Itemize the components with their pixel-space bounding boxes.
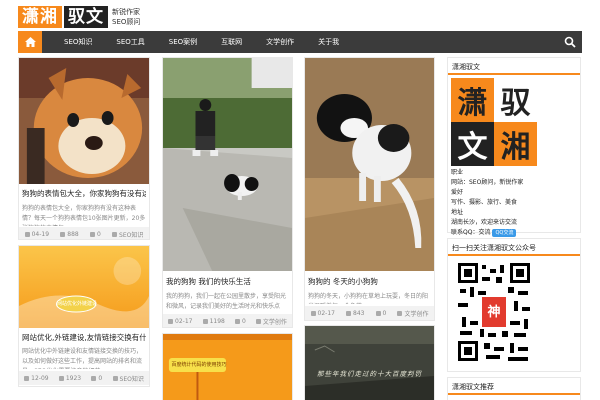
eye-icon: [60, 231, 66, 237]
post-meta: 12-09 1923 0 SEO知识: [19, 371, 149, 385]
site-logo[interactable]: 潇湘 驭文 新锐作家 SEO顾问: [18, 6, 140, 28]
calendar-icon: [310, 310, 316, 316]
banner-title-text: 那些年我们走过的十大百度判罚: [317, 370, 422, 378]
widget-title: 潇湘驭文推荐: [448, 378, 580, 395]
post-title[interactable]: 网站优化,外链建设,友情链接交换有什么技巧?怎样做好?: [22, 332, 146, 343]
folder-icon: [255, 318, 261, 324]
info-line: 网站：SEO顾问，新锐作家: [451, 179, 524, 186]
folder-icon: [112, 375, 118, 381]
post-date: 12-09: [31, 374, 49, 382]
post-comments: 0: [98, 374, 103, 382]
post-thumbnail[interactable]: [305, 58, 434, 271]
post-title[interactable]: 我的狗狗 我们的快乐生活: [166, 276, 289, 287]
info-line: 职业: [451, 169, 464, 176]
nav-item-about[interactable]: 关于我: [306, 31, 351, 53]
post-category[interactable]: SEO知识: [119, 230, 143, 239]
main-nav: SEO知识 SEO工具 SEO案例 互联网 文学创作 关于我: [18, 31, 582, 53]
page: 潇湘 驭文 新锐作家 SEO顾问 SEO知识 SEO工具 SEO案例 互联网 文…: [0, 0, 600, 400]
nav-item-seo-knowledge[interactable]: SEO知识: [52, 31, 104, 53]
post-views: 1198: [209, 317, 225, 325]
nav-item-seo-tools[interactable]: SEO工具: [104, 31, 156, 53]
profile-widget: 潇湘驭文 潇 驭 文 湘 职业 网站：SEO顾问，新锐作家 爱好 写作、摄影、旅…: [447, 57, 581, 237]
post-meta: 04-19 888 0 SEO知识: [19, 227, 149, 239]
slogan-line-1: 新锐作家: [112, 8, 140, 16]
widget-title: 潇湘驭文: [448, 58, 580, 75]
profile-info: 职业 网站：SEO顾问，新锐作家 爱好 写作、摄影、旅行、美食 地址 湖南长沙，…: [451, 168, 523, 238]
post-comments: 0: [241, 317, 246, 325]
logo-char: 文: [451, 122, 494, 166]
info-line: 地址: [451, 209, 464, 216]
post-card[interactable]: 狗狗的 冬天的小狗狗 狗狗的冬天，小狗狗在草地上玩耍，冬日的阳光温暖着每一个角落…: [304, 57, 435, 321]
post-thumbnail[interactable]: [19, 246, 149, 328]
folder-icon: [397, 310, 403, 316]
post-views: 888: [67, 230, 79, 238]
recommend-widget: 潇湘驭文推荐: [447, 377, 581, 400]
comment-icon: [375, 310, 381, 316]
post-card[interactable]: 狗狗的表情包大全，你家狗狗有没有这种表情？ 狗狗的表情包大全，你家狗狗有没有这种…: [18, 57, 150, 240]
post-date: 04-19: [31, 230, 50, 238]
comment-icon: [234, 318, 240, 324]
post-card[interactable]: 那些年我们走过的十大百度判罚: [304, 325, 435, 400]
slogan-line-2: SEO顾问: [112, 18, 141, 26]
post-meta: 02-17 1198 0 文学创作: [163, 314, 292, 327]
calendar-icon: [24, 375, 30, 381]
eye-icon: [202, 318, 208, 324]
qr-center-badge: 神: [487, 305, 501, 320]
banner-bubble-text: 百度统计代码的使用技巧: [171, 362, 227, 368]
eye-icon: [58, 375, 64, 381]
logo-char: 潇: [451, 78, 494, 122]
folder-icon: [112, 231, 118, 237]
post-views: 843: [353, 309, 365, 317]
post-category[interactable]: SEO知识: [120, 374, 144, 383]
search-icon[interactable]: [564, 36, 576, 48]
post-thumbnail[interactable]: [305, 326, 434, 400]
post-views: 1923: [65, 374, 82, 382]
logo-part-1: 潇湘: [18, 6, 62, 28]
post-card[interactable]: 我的狗狗 我们的快乐生活 我的狗狗，我们一起在公园里散步，享受阳光和微风，记录我…: [162, 57, 293, 328]
qq-chat-button[interactable]: QQ交流: [492, 229, 517, 237]
post-card[interactable]: 网站优化外链建设 网站优化,外链建设,友情链接交换有什么技巧?怎样做好? 网站优…: [18, 245, 150, 387]
logo-part-2: 驭文: [64, 6, 108, 28]
logo-char: 驭: [494, 78, 537, 122]
widget-title: 扫一扫关注潇湘驭文公众号: [448, 239, 580, 256]
post-title[interactable]: 狗狗的表情包大全，你家狗狗有没有这种表情？: [22, 188, 146, 199]
post-date: 02-17: [317, 309, 335, 317]
info-line: 爱好: [451, 189, 464, 196]
home-icon: [24, 37, 36, 47]
post-date: 02-17: [175, 317, 193, 325]
nav-item-seo-cases[interactable]: SEO案例: [157, 31, 209, 53]
post-category[interactable]: 文学创作: [263, 317, 287, 326]
comment-icon: [89, 231, 95, 237]
post-comments: 0: [382, 309, 387, 317]
profile-logo: 潇 驭 文 湘: [451, 78, 537, 166]
post-title[interactable]: 狗狗的 冬天的小狗狗: [308, 276, 431, 287]
post-category[interactable]: 文学创作: [404, 309, 428, 318]
post-thumbnail[interactable]: [163, 58, 292, 271]
calendar-icon: [168, 318, 174, 324]
home-button[interactable]: [18, 31, 42, 53]
post-card[interactable]: 百度统计代码的使用技巧: [162, 333, 293, 400]
post-comments: 0: [96, 230, 101, 238]
banner-bubble-text: 网站优化外链建设: [57, 301, 98, 307]
comment-icon: [91, 375, 97, 381]
eye-icon: [346, 310, 352, 316]
post-excerpt: 我的狗狗，我们一起在公园里散步，享受阳光和微风，记录我们美好的生活时光和快乐点滴…: [166, 293, 287, 310]
post-thumbnail[interactable]: [19, 58, 149, 184]
calendar-icon: [24, 231, 30, 237]
nav-item-internet[interactable]: 互联网: [209, 31, 254, 53]
nav-item-writing[interactable]: 文学创作: [254, 31, 306, 53]
post-excerpt: 网站优化中外链建设和友情链接交换的技巧，以及如何做好这些工作，提高网站的排名和流…: [22, 348, 143, 369]
post-meta: 02-17 843 0 文学创作: [305, 306, 434, 320]
qrcode-widget: 扫一扫关注潇湘驭文公众号 神: [447, 238, 581, 372]
info-line: 联系QQ：交流: [451, 229, 491, 236]
info-line: 湖南长沙，欢迎来访交流: [451, 219, 518, 226]
post-excerpt: 狗狗的表情包大全，你家狗狗有没有这种表情？每天一个狗狗表情包10张图片更新，20…: [22, 205, 146, 226]
post-excerpt: 狗狗的冬天，小狗狗在草地上玩耍，冬日的阳光温暖着每一个角落。: [308, 293, 429, 304]
site-slogan: 新锐作家 SEO顾问: [112, 7, 140, 27]
logo-char: 湘: [494, 122, 537, 166]
info-line: 写作、摄影、旅行、美食: [451, 199, 518, 206]
